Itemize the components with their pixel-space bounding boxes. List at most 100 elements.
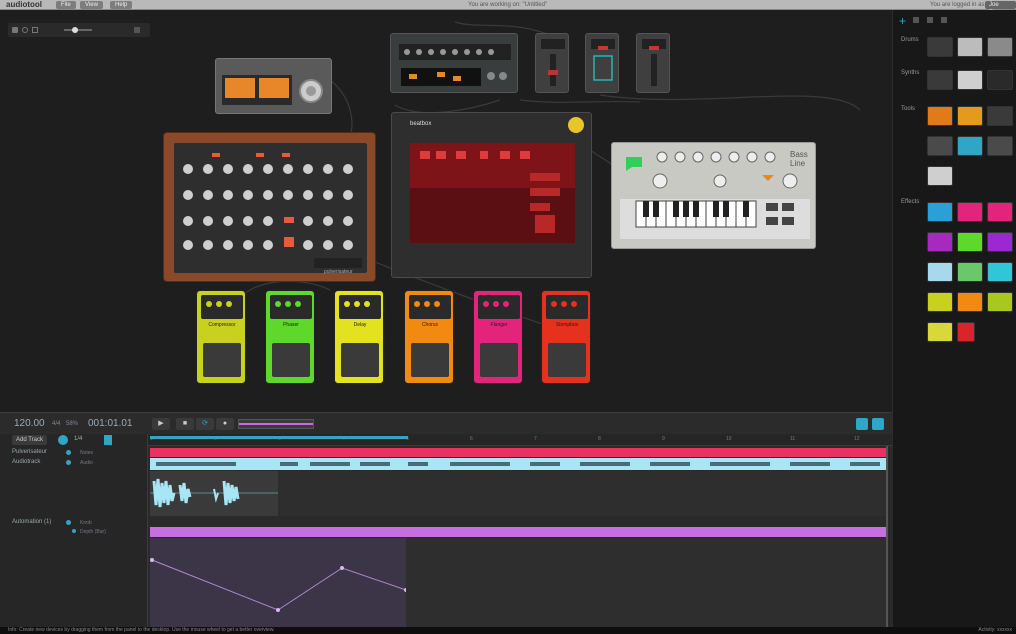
- pedal-knob-panel[interactable]: [201, 295, 243, 319]
- device-tile-drum-3[interactable]: [987, 37, 1013, 57]
- pedal-knob[interactable]: [295, 301, 301, 307]
- effect-tile-3[interactable]: [987, 202, 1013, 222]
- effect-tile-11[interactable]: [957, 292, 983, 312]
- device-tile-tool-6[interactable]: [987, 136, 1013, 156]
- device-desktop[interactable]: pulverisateur beatbox Bass Line Compress…: [0, 10, 892, 412]
- arrangement-timeline[interactable]: 1 2 3 4 5 6 7 8 9 10 11 12: [148, 434, 892, 628]
- pedal-knob[interactable]: [285, 301, 291, 307]
- user-button[interactable]: Joe Bloggs: [985, 1, 1016, 16]
- effect-tile-9[interactable]: [987, 262, 1013, 282]
- menu-file[interactable]: File: [56, 1, 76, 9]
- track-name-audiotrack[interactable]: Audiotrack: [12, 459, 40, 465]
- device-tile-tool-2[interactable]: [957, 106, 983, 126]
- swing-value[interactable]: 58%: [66, 421, 78, 427]
- effect-pedal-6[interactable]: Stompbox: [541, 290, 591, 384]
- track-name-pulverisateur[interactable]: Pulverisateur: [12, 449, 47, 455]
- pedal-knob[interactable]: [216, 301, 222, 307]
- pedal-footswitch[interactable]: [411, 343, 449, 377]
- automation-clip[interactable]: [150, 538, 406, 628]
- pedal-knob[interactable]: [226, 301, 232, 307]
- pedal-knob-panel[interactable]: [409, 295, 451, 319]
- pedal-knob[interactable]: [275, 301, 281, 307]
- play-button[interactable]: ▶: [152, 418, 170, 430]
- pedal-knob[interactable]: [493, 301, 499, 307]
- device-tile-drum-1[interactable]: [927, 37, 953, 57]
- stop-button[interactable]: ■: [176, 418, 194, 430]
- loop-button[interactable]: ⟳: [196, 418, 214, 430]
- device-tile-tool-1[interactable]: [927, 106, 953, 126]
- device-tile-synth-1[interactable]: [927, 70, 953, 90]
- effect-pedal-1[interactable]: Compressor: [196, 290, 246, 384]
- record-button[interactable]: ●: [216, 418, 234, 430]
- effect-pedal-2[interactable]: Phaser: [265, 290, 315, 384]
- device-tile-tool-5[interactable]: [957, 136, 983, 156]
- channel-strip-2[interactable]: [585, 33, 619, 93]
- pedal-knob[interactable]: [344, 301, 350, 307]
- panel-tab-icon-1[interactable]: [913, 17, 919, 23]
- menu-view[interactable]: View: [80, 1, 103, 9]
- effect-tile-13[interactable]: [927, 322, 953, 342]
- bassline-synth[interactable]: Bass Line: [611, 142, 816, 249]
- vu-compressor-device[interactable]: [215, 58, 332, 114]
- effect-tile-12[interactable]: [987, 292, 1013, 312]
- pedal-knob-panel[interactable]: [270, 295, 312, 319]
- device-tile-tool-7[interactable]: [927, 166, 953, 186]
- add-icon[interactable]: +: [899, 14, 906, 28]
- audio-track-empty[interactable]: [278, 471, 888, 516]
- pedal-knob-panel[interactable]: [478, 295, 520, 319]
- effect-tile-8[interactable]: [957, 262, 983, 282]
- channel-strip-1[interactable]: [535, 33, 569, 93]
- effect-pedal-5[interactable]: Flanger: [473, 290, 523, 384]
- effect-tile-14[interactable]: [957, 322, 975, 342]
- beatbox-device[interactable]: beatbox: [391, 112, 592, 278]
- mixer-faders[interactable]: [391, 34, 519, 94]
- zoom-value[interactable]: 1/4: [74, 436, 82, 442]
- device-tile-tool-3[interactable]: [987, 106, 1013, 126]
- timeline-ruler[interactable]: 1 2 3 4 5 6 7 8 9 10 11 12: [148, 434, 892, 446]
- effect-tile-2[interactable]: [957, 202, 983, 222]
- automation-region-header[interactable]: [150, 527, 886, 537]
- effect-tile-5[interactable]: [957, 232, 983, 252]
- effect-tile-10[interactable]: [927, 292, 953, 312]
- pedal-knob-panel[interactable]: [339, 295, 381, 319]
- time-signature[interactable]: 4/4: [52, 421, 60, 427]
- overview-scrollbar[interactable]: [238, 419, 314, 429]
- channel-strip-3[interactable]: [636, 33, 670, 93]
- pedal-knob[interactable]: [483, 301, 489, 307]
- pedal-knob[interactable]: [561, 301, 567, 307]
- folder-icon[interactable]: [872, 418, 884, 430]
- pedal-knob[interactable]: [551, 301, 557, 307]
- grid-icon[interactable]: [104, 435, 112, 445]
- pedal-knob[interactable]: [206, 301, 212, 307]
- device-tile-tool-4[interactable]: [927, 136, 953, 156]
- effect-tile-1[interactable]: [927, 202, 953, 222]
- track-mute-2[interactable]: [66, 460, 71, 465]
- pedal-footswitch[interactable]: [480, 343, 518, 377]
- panel-tab-icon-2[interactable]: [927, 17, 933, 23]
- pedal-footswitch[interactable]: [341, 343, 379, 377]
- pedal-footswitch[interactable]: [272, 343, 310, 377]
- cursor-tool-icon[interactable]: [856, 418, 868, 430]
- note-region-pulverisateur[interactable]: [150, 448, 886, 457]
- loop-range[interactable]: [150, 436, 408, 439]
- effect-tile-4[interactable]: [927, 232, 953, 252]
- pedal-knob[interactable]: [434, 301, 440, 307]
- panel-tab-icon-3[interactable]: [941, 17, 947, 23]
- device-tile-drum-2[interactable]: [957, 37, 983, 57]
- pulverisateur-synth[interactable]: pulverisateur: [163, 132, 376, 282]
- pedal-knob[interactable]: [414, 301, 420, 307]
- effect-tile-7[interactable]: [927, 262, 953, 282]
- snap-icon[interactable]: [58, 435, 68, 445]
- track-mute-1[interactable]: [66, 450, 71, 455]
- pedal-footswitch[interactable]: [203, 343, 241, 377]
- pedal-knob-panel[interactable]: [546, 295, 588, 319]
- pedal-knob[interactable]: [503, 301, 509, 307]
- device-tile-synth-3[interactable]: [987, 70, 1013, 90]
- menu-help[interactable]: Help: [110, 1, 133, 9]
- effect-pedal-4[interactable]: Chorus: [404, 290, 454, 384]
- pedal-footswitch[interactable]: [548, 343, 586, 377]
- pedal-knob[interactable]: [354, 301, 360, 307]
- mixer-device[interactable]: [390, 33, 518, 93]
- automation-empty[interactable]: [406, 538, 886, 628]
- pedal-knob[interactable]: [571, 301, 577, 307]
